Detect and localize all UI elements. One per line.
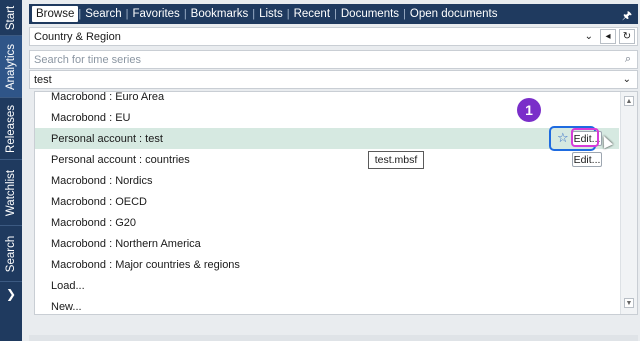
tab-bookmarks[interactable]: Bookmarks (187, 6, 253, 22)
star-icon[interactable]: ☆ (557, 130, 569, 146)
list-item[interactable]: Macrobond : Northern America (35, 233, 619, 254)
rail-tab-label: Analytics (5, 43, 17, 90)
rail-tab-analytics[interactable]: Analytics (0, 36, 22, 98)
pin-icon[interactable]: 🖈︎ (622, 7, 632, 26)
rail-tab-start[interactable]: Start (0, 0, 22, 36)
scroll-up-icon[interactable]: ▲ (624, 96, 634, 106)
search-icon[interactable]: ⌕ (625, 53, 631, 66)
scroll-down-icon[interactable]: ▼ (624, 298, 634, 308)
rail-tab-label: Start (5, 5, 18, 30)
rail-tab-label: Releases (5, 104, 18, 153)
rail-tab-releases[interactable]: Releases (0, 98, 22, 160)
tab-search[interactable]: Search (81, 6, 125, 22)
tab-recent[interactable]: Recent (290, 6, 334, 22)
back-arrow-icon[interactable]: ◂ (600, 29, 616, 44)
tab-browse[interactable]: Browse (32, 6, 79, 22)
chevron-down-icon[interactable]: ⌄ (623, 74, 631, 85)
file-tooltip: test.mbsf (368, 151, 424, 169)
country-region-dropdown[interactable]: Country & Region ⌄ ◂ ↻ (29, 27, 638, 46)
refresh-icon[interactable]: ↻ (619, 29, 635, 44)
browse-panel: Browse | Search | Favorites | Bookmarks … (29, 4, 638, 341)
tab-lists[interactable]: Lists (255, 6, 287, 22)
list-scrollbar[interactable]: ▲ ▼ (620, 92, 637, 314)
list-item[interactable]: Macrobond : G20 (35, 212, 619, 233)
left-rail: Start Analytics Releases Watchlist Searc… (0, 0, 22, 341)
filter-value: test (34, 73, 52, 86)
search-placeholder: Search for time series (34, 53, 141, 66)
chevron-down-icon[interactable]: ⌄ (585, 31, 593, 42)
list-item[interactable]: Personal account : countries (35, 149, 619, 170)
rail-tab-watchlist[interactable]: Watchlist (0, 160, 22, 226)
list-item[interactable]: Macrobond : Nordics (35, 170, 619, 191)
tab-favorites[interactable]: Favorites (129, 6, 184, 22)
country-region-list: Macrobond : Euro Area Macrobond : EU Per… (34, 91, 638, 315)
filter-dropdown[interactable]: test ⌄ (29, 70, 638, 89)
rail-tab-label: Search (5, 235, 17, 272)
list-item[interactable]: Macrobond : OECD (35, 191, 619, 212)
edit-button[interactable]: Edit... (572, 152, 602, 167)
rail-tab-label: Watchlist (5, 169, 18, 216)
country-region-value: Country & Region (34, 30, 121, 43)
rail-tab-search[interactable]: Search (0, 226, 22, 282)
list-item[interactable]: Personal account : test (35, 128, 619, 149)
step-badge: 1 (517, 98, 541, 122)
list-item[interactable]: Macrobond : Major countries & regions (35, 254, 619, 275)
search-time-series-input[interactable]: Search for time series ⌕ (29, 50, 638, 69)
highlight-edit-box (571, 128, 599, 147)
load-item[interactable]: Load... (35, 275, 619, 296)
chevron-right-icon[interactable]: ❯ (0, 284, 22, 304)
resize-strip[interactable] (29, 335, 638, 341)
tab-open-documents[interactable]: Open documents (406, 6, 502, 22)
tab-bar: Browse | Search | Favorites | Bookmarks … (29, 4, 638, 24)
new-item[interactable]: New... (35, 296, 619, 314)
tab-documents[interactable]: Documents (337, 6, 403, 22)
